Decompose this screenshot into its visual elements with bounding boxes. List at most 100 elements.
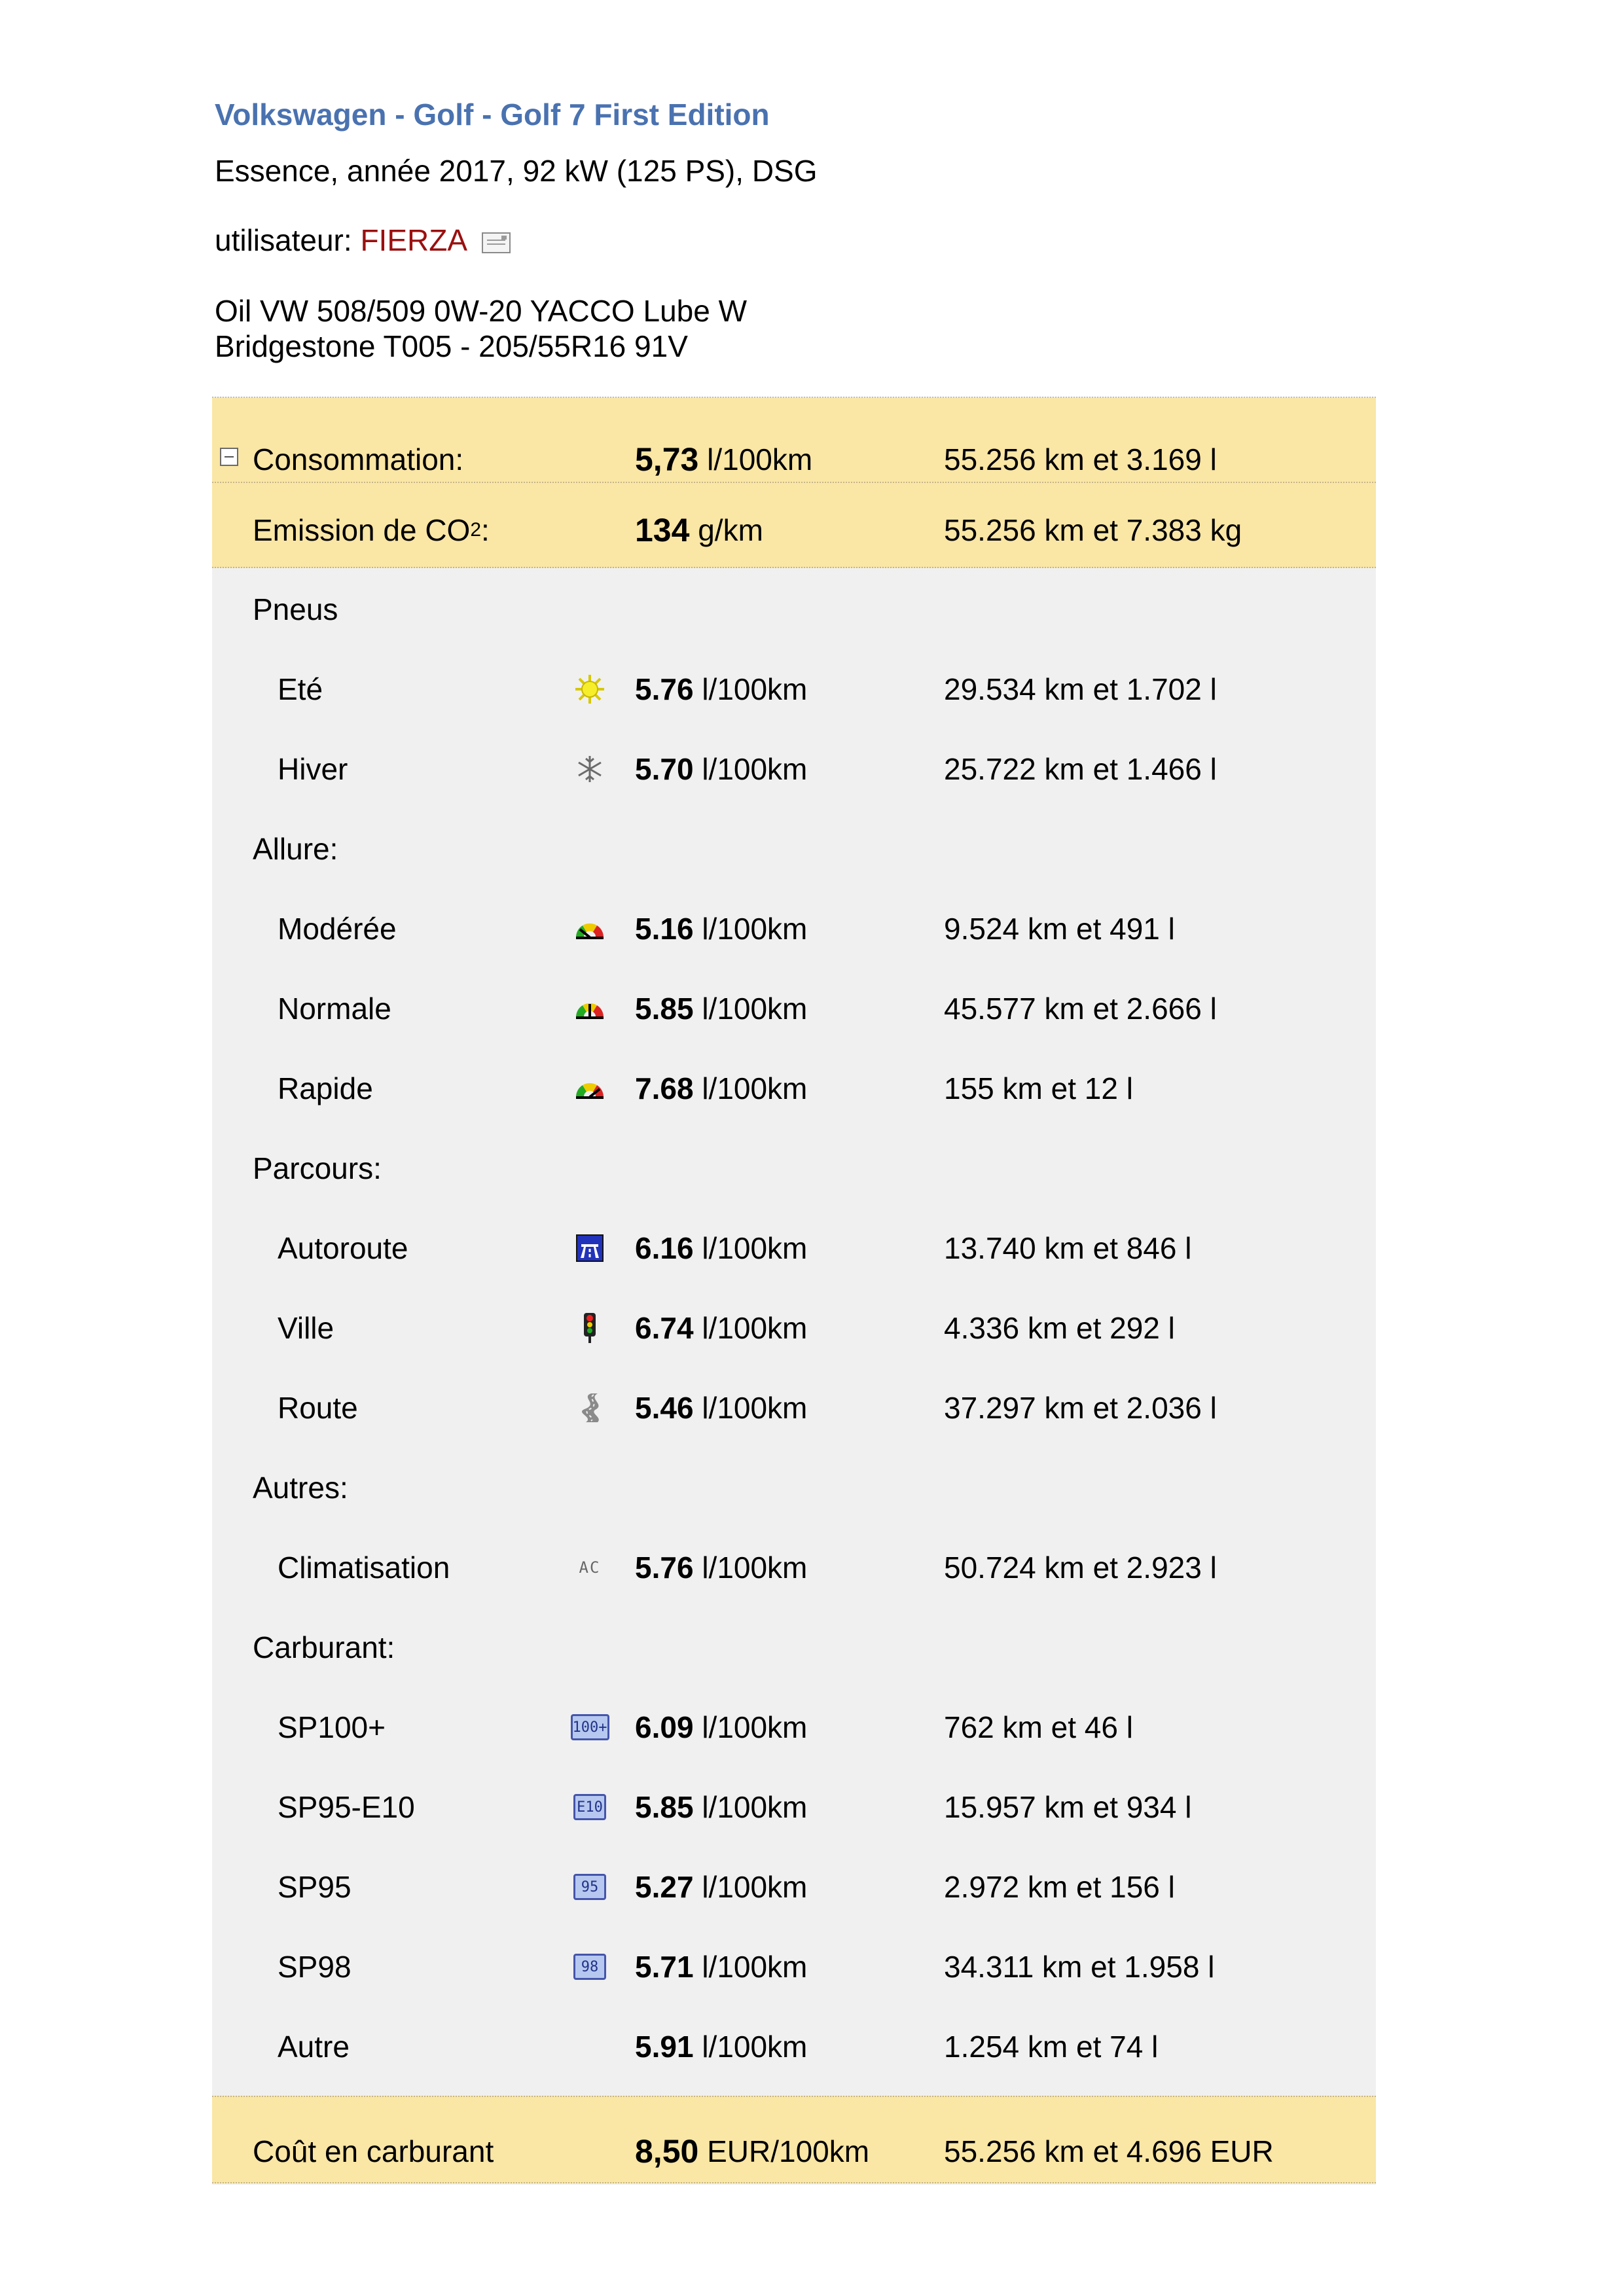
gauge-high-icon (573, 1072, 606, 1105)
co2-unit: g/km (698, 513, 763, 547)
item-total: 155 km et 12 l (944, 1071, 1133, 1105)
snowflake-icon (573, 753, 606, 785)
item-label: SP100+ (278, 1710, 386, 1744)
list-item: SP100+ 100+ 6.09 l/100km 762 km et 46 l (212, 1687, 1376, 1767)
section-title: Pneus (212, 569, 1376, 649)
fuel-sp100-icon: 100+ (570, 1711, 609, 1744)
consumption-row: Consommation: 5,73 l/100km 55.256 km et … (212, 398, 1376, 483)
gauge-low-icon (573, 912, 606, 945)
item-unit: l/100km (702, 1870, 808, 1904)
item-total: 15.957 km et 934 l (944, 1790, 1192, 1824)
item-total: 4.336 km et 292 l (944, 1311, 1175, 1345)
item-label: Eté (278, 672, 323, 706)
item-unit: l/100km (702, 1231, 808, 1265)
item-value: 5.16 l/100km (635, 889, 807, 969)
item-unit: l/100km (702, 1790, 808, 1824)
list-item: Climatisation AC 5.76 l/100km 50.724 km … (212, 1528, 1376, 1607)
item-total: 9.524 km et 491 l (944, 912, 1175, 946)
list-item: Autre 5.91 l/100km 1.254 km et 74 l (212, 2007, 1376, 2087)
item-number: 7.68 (635, 1071, 694, 1105)
item-unit: l/100km (702, 1311, 808, 1345)
ac-icon-text: AC (579, 1558, 601, 1577)
item-value: 5.70 l/100km (635, 729, 807, 809)
item-number: 5.85 (635, 1790, 694, 1824)
list-item: Modérée 5.16 l/100km 9.524 km et 491 l (212, 889, 1376, 969)
list-item: Ville 6.74 l/100km 4.336 km et 292 l (212, 1288, 1376, 1368)
item-value: 6.09 l/100km (635, 1687, 807, 1767)
list-item: SP95-E10 E10 5.85 l/100km 15.957 km et 9… (212, 1767, 1376, 1847)
item-unit: l/100km (702, 1950, 808, 1984)
list-item: Autoroute 6.16 l/100km 13.740 km et 846 … (212, 1208, 1376, 1288)
fuel-cost-label: Coût en carburant (253, 2134, 494, 2168)
item-unit: l/100km (702, 2030, 808, 2064)
item-unit: l/100km (702, 672, 808, 706)
item-total: 29.534 km et 1.702 l (944, 672, 1217, 706)
item-label: Ville (278, 1311, 334, 1345)
co2-label-end: : (481, 513, 490, 547)
item-value: 6.16 l/100km (635, 1208, 807, 1288)
section-autres: Autres: (253, 1471, 348, 1505)
section-allure: Allure: (253, 832, 338, 866)
vehicle-notes: Oil VW 508/509 0W-20 YACCO Lube W Bridge… (215, 293, 747, 364)
fuel-badge: 95 (573, 1874, 606, 1900)
winding-road-icon (573, 1391, 606, 1424)
section-parcours: Parcours: (253, 1151, 382, 1185)
fuel-badge: E10 (573, 1794, 606, 1820)
item-number: 6.74 (635, 1311, 694, 1345)
item-total: 25.722 km et 1.466 l (944, 752, 1217, 786)
co2-row: Emission de CO 2: 134 g/km 55.256 km et 7… (212, 483, 1376, 568)
fuel-cost-number: 8,50 (635, 2133, 699, 2170)
section-title: Allure: (212, 809, 1376, 889)
stats-panel: Consommation: 5,73 l/100km 55.256 km et … (212, 397, 1376, 2185)
item-value: 5.85 l/100km (635, 1767, 807, 1847)
co2-total: 55.256 km et 7.383 kg (944, 513, 1242, 547)
section-pneus: Pneus (253, 592, 338, 626)
fuel-cost-total: 55.256 km et 4.696 EUR (944, 2134, 1274, 2168)
page-title: Volkswagen - Golf - Golf 7 First Edition (215, 98, 770, 132)
item-label: Hiver (278, 752, 348, 786)
user-line: utilisateur: FIERZA (215, 223, 511, 260)
item-label: SP95-E10 (278, 1790, 415, 1824)
list-item: Rapide 7.68 l/100km 155 km et 12 l (212, 1049, 1376, 1128)
list-item: Normale 5.85 l/100km 45.577 km et 2.666 … (212, 969, 1376, 1049)
user-label: utilisateur: (215, 223, 352, 257)
item-unit: l/100km (702, 1551, 808, 1585)
fuel-badge: 100+ (570, 1714, 609, 1740)
fuel-cost-value: 8,50 EUR/100km (635, 2097, 869, 2194)
list-item: SP95 95 5.27 l/100km 2.972 km et 156 l (212, 1847, 1376, 1927)
consumption-number: 5,73 (635, 441, 699, 478)
traffic-light-icon (573, 1312, 606, 1344)
item-value: 5.76 l/100km (635, 649, 807, 729)
item-unit: l/100km (702, 1071, 808, 1105)
ac-icon: AC (573, 1551, 606, 1584)
item-unit: l/100km (702, 1710, 808, 1744)
item-total: 762 km et 46 l (944, 1710, 1133, 1744)
item-number: 5.76 (635, 1551, 694, 1585)
item-total: 13.740 km et 846 l (944, 1231, 1192, 1265)
item-label: Rapide (278, 1071, 373, 1105)
item-unit: l/100km (702, 1391, 808, 1425)
item-unit: l/100km (702, 992, 808, 1026)
item-value: 5.27 l/100km (635, 1847, 807, 1927)
item-number: 5.85 (635, 992, 694, 1026)
item-value: 5.46 l/100km (635, 1368, 807, 1448)
fuel-98-icon: 98 (573, 1950, 606, 1983)
item-unit: l/100km (702, 752, 808, 786)
user-name-link[interactable]: FIERZA (360, 223, 465, 257)
item-number: 6.09 (635, 1710, 694, 1744)
item-value: 5.71 l/100km (635, 1927, 807, 2007)
co2-label-sub: 2 (470, 519, 482, 541)
item-value: 7.68 l/100km (635, 1049, 807, 1128)
item-value: 5.76 l/100km (635, 1528, 807, 1607)
item-total: 50.724 km et 2.923 l (944, 1551, 1217, 1585)
co2-value: 134 g/km (635, 483, 763, 572)
mail-icon[interactable] (482, 225, 511, 260)
gauge-mid-icon (573, 992, 606, 1025)
list-item: Hiver 5.70 l/100km 25.722 km et 1.466 l (212, 729, 1376, 809)
item-number: 5.27 (635, 1870, 694, 1904)
item-label: Climatisation (278, 1551, 450, 1585)
item-total: 1.254 km et 74 l (944, 2030, 1159, 2064)
item-label: Autre (278, 2030, 350, 2064)
collapse-icon[interactable] (220, 448, 238, 466)
co2-number: 134 (635, 512, 690, 548)
